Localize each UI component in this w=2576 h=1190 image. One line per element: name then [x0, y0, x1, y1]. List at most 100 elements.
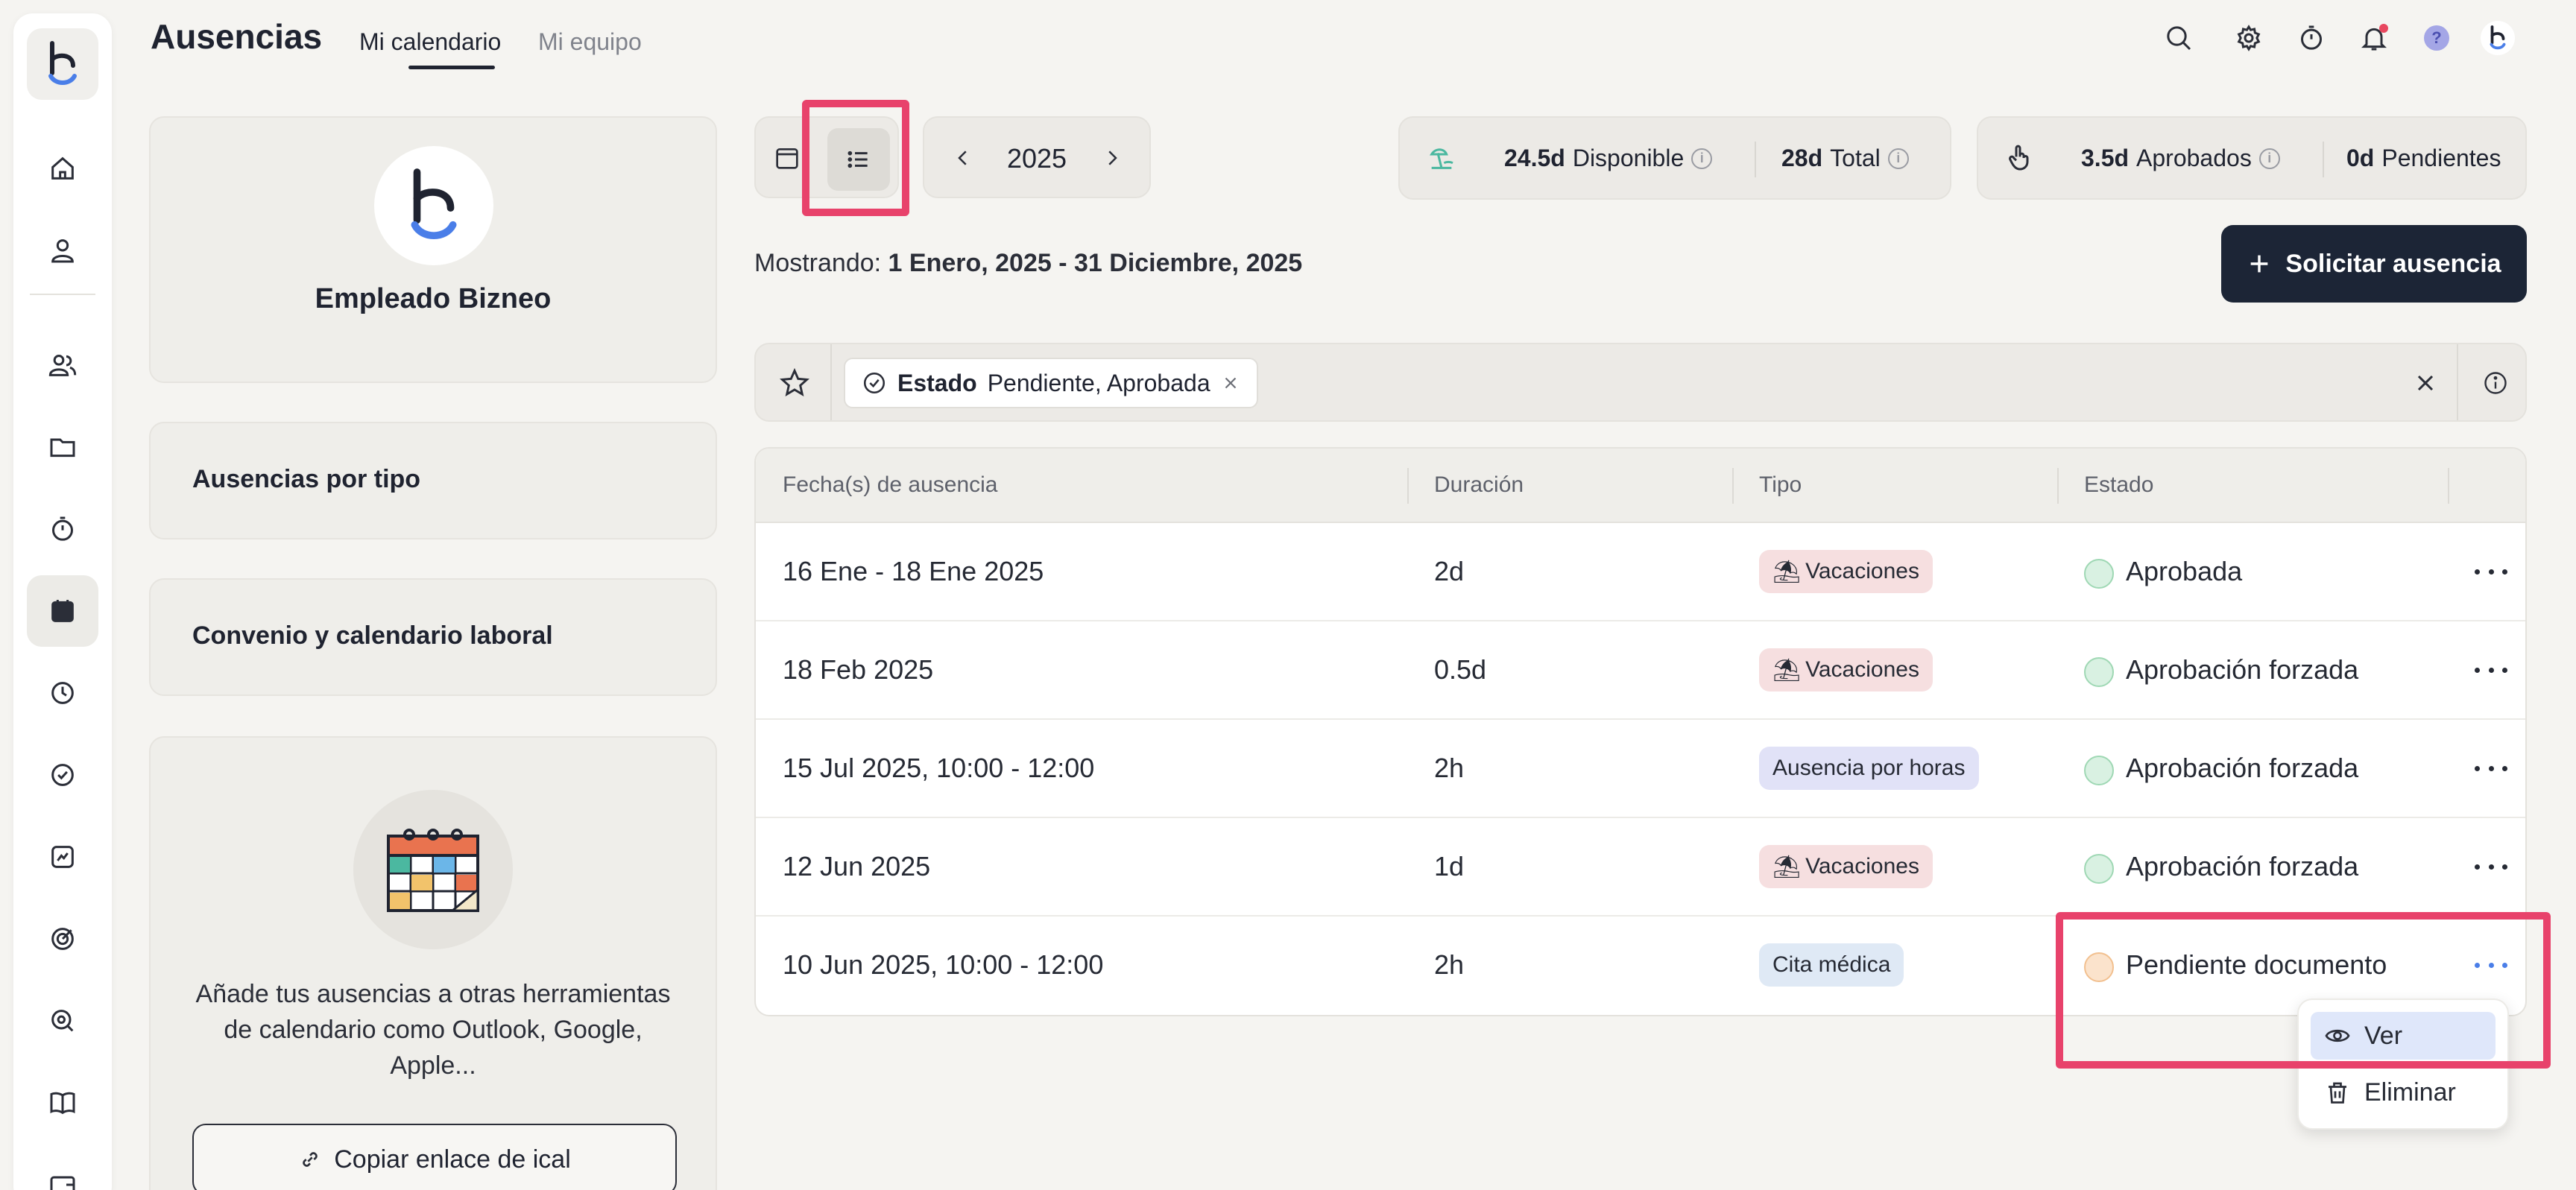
- bell-icon[interactable]: [2357, 21, 2391, 55]
- clear-filters-icon[interactable]: [2412, 370, 2439, 396]
- absence-duration: 2h: [1434, 753, 1465, 783]
- search-doc-icon: [48, 1006, 78, 1036]
- calendar-icon: [48, 596, 78, 626]
- row-more-icon[interactable]: [2475, 560, 2507, 583]
- column-header-status[interactable]: Estado: [2084, 472, 2153, 498]
- menu-item-view[interactable]: Ver: [2311, 1012, 2496, 1060]
- help-icon[interactable]: ?: [2419, 21, 2454, 55]
- status-dot-approved: [2084, 559, 2114, 589]
- status-label: Aprobada: [2126, 556, 2243, 586]
- absence-dates: 10 Jun 2025, 10:00 - 12:00: [783, 949, 1104, 980]
- status-filter-chip[interactable]: Estado Pendiente, Aprobada: [844, 358, 1258, 408]
- profile-name: Empleado Bizneo: [315, 283, 552, 314]
- star-icon[interactable]: [778, 367, 811, 399]
- column-separator: [2448, 468, 2449, 504]
- stopwatch-icon[interactable]: [2294, 21, 2329, 55]
- copy-ical-link-button[interactable]: Copiar enlace de ical: [192, 1124, 677, 1190]
- column-header-type[interactable]: Tipo: [1759, 472, 1802, 498]
- absences-table: Fecha(s) de ausencia Duración Tipo Estad…: [754, 447, 2527, 1016]
- sidebar-item-team[interactable]: [27, 329, 98, 401]
- profile-avatar: [374, 146, 493, 265]
- pending-value: 0d: [2346, 145, 2375, 171]
- table-row[interactable]: 15 Jul 2025, 10:00 - 12:00 2h Ausencia p…: [756, 720, 2525, 818]
- table-row[interactable]: 12 Jun 2025 1d ⛱ Vacaciones Aprobación fo…: [756, 818, 2525, 917]
- gear-icon[interactable]: [2232, 21, 2266, 55]
- calendar-view-icon[interactable]: [772, 143, 802, 173]
- sidebar: [13, 13, 112, 1190]
- sidebar-item-tasks[interactable]: [27, 739, 98, 811]
- sidebar-item-profile[interactable]: [27, 215, 98, 286]
- search-icon[interactable]: [2162, 21, 2196, 55]
- sidebar-item-recruitment[interactable]: [27, 985, 98, 1057]
- row-more-icon[interactable]: [2475, 659, 2507, 681]
- sidebar-item-goals[interactable]: [27, 903, 98, 975]
- menu-item-delete[interactable]: Eliminar: [2311, 1069, 2496, 1116]
- status-label: Pendiente documento: [2126, 949, 2387, 980]
- total-label: Total: [1830, 145, 1881, 171]
- user-avatar[interactable]: [2481, 21, 2515, 55]
- table-row[interactable]: 10 Jun 2025, 10:00 - 12:00 2h Cita médic…: [756, 917, 2525, 1015]
- list-view-button[interactable]: [827, 128, 890, 191]
- table-row[interactable]: 18 Feb 2025 0.5d ⛱ Vacaciones Aprobación …: [756, 621, 2525, 720]
- sidebar-item-documents[interactable]: [27, 411, 98, 483]
- chart-icon: [48, 842, 78, 872]
- tab-my-team[interactable]: Mi equipo: [538, 28, 642, 56]
- ical-card: Añade tus ausencias a otras herramientas…: [149, 736, 717, 1190]
- status-dot-approved: [2084, 657, 2114, 687]
- sidebar-item-time[interactable]: [27, 493, 98, 565]
- sidebar-item-learning[interactable]: [27, 1067, 98, 1139]
- status-dot-approved: [2084, 854, 2114, 884]
- trash-icon: [2329, 1082, 2346, 1104]
- table-row[interactable]: 16 Ene - 18 Ene 2025 2d ⛱ Vacaciones Apro…: [756, 523, 2525, 621]
- pending-stat: 0d Pendientes: [2346, 145, 2501, 172]
- tab-my-calendar[interactable]: Mi calendario: [359, 28, 501, 56]
- bizneo-logo[interactable]: [27, 28, 98, 100]
- sidebar-divider: [30, 294, 95, 295]
- filter-bar: Estado Pendiente, Aprobada: [754, 343, 2527, 422]
- remove-filter-icon[interactable]: [1221, 373, 1240, 393]
- menu-item-view-label: Ver: [2364, 1021, 2403, 1050]
- status-label: Aprobación forzada: [2126, 753, 2359, 783]
- row-more-icon[interactable]: [2475, 954, 2507, 976]
- column-separator: [2057, 468, 2059, 504]
- tab-underline: [408, 66, 495, 69]
- column-separator: [1407, 468, 1409, 504]
- column-header-dates[interactable]: Fecha(s) de ausencia: [783, 472, 998, 498]
- sidebar-item-home[interactable]: [27, 133, 98, 204]
- filter-field: Estado: [897, 369, 977, 396]
- sidebar-item-reports[interactable]: [27, 821, 98, 893]
- help-glyph: ?: [2424, 25, 2449, 51]
- showing-prefix: Mostrando:: [754, 249, 882, 277]
- sidebar-item-schedule[interactable]: [27, 657, 98, 729]
- filter-values: Pendiente, Aprobada: [987, 369, 1210, 396]
- agreement-card[interactable]: Convenio y calendario laboral: [149, 578, 717, 696]
- year-navigator: 2025: [923, 116, 1151, 198]
- info-icon[interactable]: i: [1887, 148, 1909, 169]
- table-header: Fecha(s) de ausencia Duración Tipo Estad…: [756, 449, 2525, 523]
- filter-divider: [2457, 344, 2458, 420]
- info-icon[interactable]: i: [1691, 148, 1713, 169]
- approved-label: Aprobados: [2136, 145, 2252, 171]
- available-label: Disponible: [1572, 145, 1685, 171]
- column-header-duration[interactable]: Duración: [1434, 472, 1524, 498]
- check-circle-icon: [863, 372, 886, 394]
- filter-info-icon[interactable]: [2482, 370, 2509, 396]
- info-icon[interactable]: i: [2258, 148, 2280, 169]
- total-stat: 28d Total i: [1781, 145, 1909, 172]
- row-more-icon[interactable]: [2475, 855, 2507, 878]
- absences-by-type-card[interactable]: Ausencias por tipo: [149, 422, 717, 539]
- row-context-menu: Ver Eliminar: [2297, 998, 2509, 1130]
- sidebar-item-absences[interactable]: [27, 575, 98, 647]
- ical-description: Añade tus ausencias a otras herramientas…: [195, 980, 671, 1080]
- request-absence-button[interactable]: Solicitar ausencia: [2221, 225, 2527, 303]
- column-separator: [1732, 468, 1734, 504]
- sidebar-item-expenses[interactable]: [27, 1149, 98, 1190]
- copy-ical-link-label: Copiar enlace de ical: [334, 1145, 571, 1174]
- agreement-title: Convenio y calendario laboral: [192, 621, 553, 650]
- chevron-right-icon[interactable]: [1096, 142, 1128, 174]
- clock-icon: [48, 678, 78, 708]
- type-badge: ⛱ Vacaciones: [1759, 550, 1933, 593]
- umbrella-icon: ⛱: [1772, 559, 1802, 584]
- row-more-icon[interactable]: [2475, 757, 2507, 779]
- request-absence-label: Solicitar ausencia: [2285, 249, 2501, 278]
